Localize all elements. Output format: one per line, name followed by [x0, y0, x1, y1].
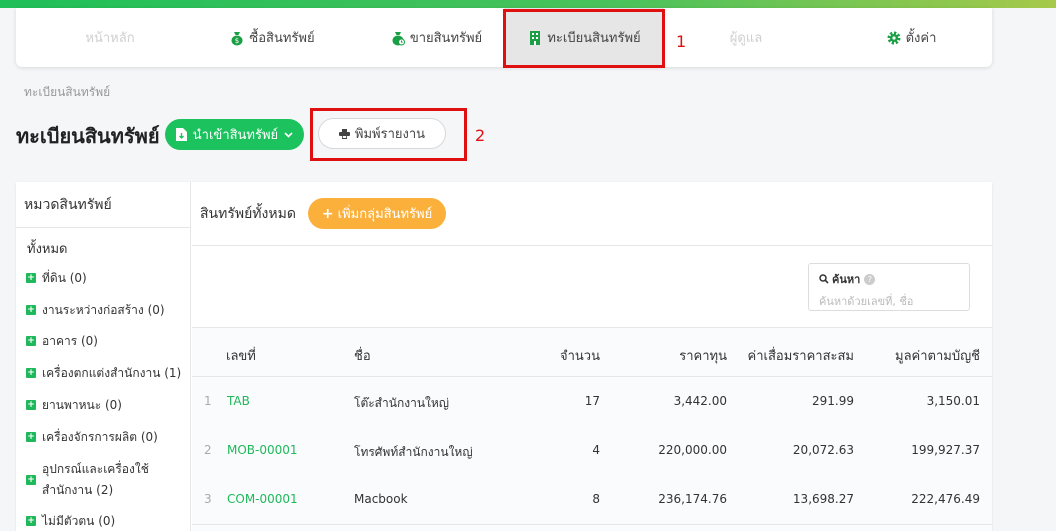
import-assets-button[interactable]: นำเข้าสินทรัพย์ — [165, 119, 304, 150]
asset-code-link[interactable]: TAB — [227, 394, 250, 408]
plus-icon[interactable]: + — [26, 475, 36, 485]
search-label-row: ค้นหา ? — [819, 270, 959, 288]
nav-buy-assets-label: ซื้อสินทรัพย์ — [249, 31, 315, 46]
category-item-label: ไม่มีตัวตน (0) — [42, 514, 116, 528]
asset-table: เลขที่ ชื่อ จำนวน ราคาทุน ค่าเสื่อมราคาส… — [192, 327, 992, 531]
print-report-button[interactable]: พิมพ์รายงาน — [318, 118, 446, 149]
plus-icon[interactable]: + — [26, 400, 36, 410]
money-bag-icon: $ — [229, 30, 245, 46]
asset-list-area: สินทรัพย์ทั้งหมด + เพิ่มกลุ่มสินทรัพย์ ค… — [192, 182, 992, 531]
annotation-label-1: 1 — [676, 32, 687, 51]
category-item[interactable]: + ยานพาหนะ (0) — [26, 395, 122, 416]
annotation-label-2: 2 — [475, 126, 486, 145]
nav-buy-assets[interactable]: $ ซื้อสินทรัพย์ — [192, 8, 352, 67]
add-asset-group-label: เพิ่มกลุ่มสินทรัพย์ — [337, 207, 433, 222]
category-item[interactable]: + งานระหว่างก่อสร้าง (0) — [26, 300, 165, 321]
gear-icon — [886, 30, 902, 46]
column-header-code[interactable]: เลขที่ — [226, 345, 256, 366]
asset-list-header: สินทรัพย์ทั้งหมด + เพิ่มกลุ่มสินทรัพย์ — [192, 182, 992, 246]
all-assets-title: สินทรัพย์ทั้งหมด — [200, 205, 296, 222]
category-all[interactable]: ทั้งหมด — [27, 238, 68, 259]
category-sidebar: หมวดสินทรัพย์ ทั้งหมด + ที่ดิน (0) + งาน… — [16, 182, 191, 531]
plus-icon[interactable]: + — [26, 305, 36, 315]
asset-name: โต๊ะสำนักงานใหญ่ — [354, 396, 450, 410]
asset-depreciation: 20,072.63 — [792, 443, 854, 457]
table-row[interactable]: 1 TAB โต๊ะสำนักงานใหญ่ 17 3,442.00 291.9… — [192, 378, 992, 427]
chevron-down-icon — [284, 131, 293, 138]
column-header-qty[interactable]: จำนวน — [532, 345, 600, 366]
help-icon[interactable]: ? — [864, 273, 876, 285]
column-header-depreciation[interactable]: ค่าเสื่อมราคาสะสม — [737, 345, 854, 366]
category-item-label: อาคาร (0) — [42, 334, 98, 348]
asset-depreciation: 13,698.27 — [792, 492, 854, 506]
asset-cost: 3,442.00 — [673, 394, 727, 408]
asset-book-value: 199,927.37 — [911, 443, 980, 457]
category-item-label: เครื่องตกแต่งสำนักงาน (1) — [42, 366, 182, 380]
nav-sell-assets[interactable]: ขายสินทรัพย์ — [356, 8, 516, 67]
asset-panel: หมวดสินทรัพย์ ทั้งหมด + ที่ดิน (0) + งาน… — [16, 182, 992, 531]
asset-cost: 220,000.00 — [658, 443, 727, 457]
nav-home-label: หน้าหลัก — [85, 31, 135, 46]
nav-home[interactable]: หน้าหลัก — [36, 8, 184, 67]
nav-sell-assets-label: ขายสินทรัพย์ — [409, 31, 483, 46]
asset-code-link[interactable]: COM-00001 — [227, 492, 298, 506]
category-item[interactable]: + เครื่องตกแต่งสำนักงาน (1) — [26, 363, 181, 384]
plus-icon[interactable]: + — [26, 516, 36, 526]
money-bag-clock-icon — [390, 30, 406, 46]
table-row[interactable]: 3 COM-00001 Macbook 8 236,174.76 13,698.… — [192, 476, 992, 525]
printer-icon — [338, 128, 350, 139]
search-input[interactable]: ค้นหาด้วยเลขที่, ชื่อ — [819, 292, 959, 310]
nav-caretaker-label: ผู้ดูแล — [729, 31, 763, 46]
asset-qty: 17 — [584, 394, 600, 408]
category-item-label: ยานพาหนะ (0) — [42, 398, 122, 412]
plus-icon[interactable]: + — [26, 368, 36, 378]
asset-cost: 236,174.76 — [658, 492, 727, 506]
breadcrumb[interactable]: ทะเบียนสินทรัพย์ — [24, 83, 110, 102]
svg-text:$: $ — [235, 37, 239, 45]
category-item-label: ที่ดิน (0) — [42, 271, 87, 285]
print-report-label: พิมพ์รายงาน — [354, 127, 426, 142]
column-header-book-value[interactable]: มูลค่าตามบัญชี — [862, 345, 980, 366]
asset-book-value: 222,476.49 — [911, 492, 980, 506]
category-item-label: เครื่องจักรการผลิต (0) — [42, 430, 158, 444]
import-file-icon — [175, 128, 187, 141]
asset-name: โทรศัพท์สำนักงานใหญ่ — [354, 445, 473, 459]
search-label: ค้นหา — [832, 273, 861, 286]
asset-code-link[interactable]: MOB-00001 — [227, 443, 298, 457]
column-header-cost[interactable]: ราคาทุน — [642, 345, 727, 366]
row-number: 1 — [204, 394, 212, 408]
page-title: ทะเบียนสินทรัพย์ — [16, 124, 160, 148]
search-icon — [819, 274, 829, 284]
row-number: 3 — [204, 492, 212, 506]
category-item-label: งานระหว่างก่อสร้าง (0) — [42, 303, 165, 317]
category-item[interactable]: + ที่ดิน (0) — [26, 268, 87, 289]
category-sidebar-title: หมวดสินทรัพย์ — [16, 182, 190, 228]
plus-icon[interactable]: + — [26, 336, 36, 346]
category-item[interactable]: + อาคาร (0) — [26, 331, 98, 352]
category-item[interactable]: + ไม่มีตัวตน (0) — [26, 511, 115, 531]
nav-settings-label: ตั้งค่า — [905, 31, 937, 46]
table-row[interactable]: 2 MOB-00001 โทรศัพท์สำนักงานใหญ่ 4 220,0… — [192, 427, 992, 476]
top-brand-bar — [0, 0, 1056, 8]
nav-caretaker[interactable]: ผู้ดูแล — [666, 8, 826, 67]
table-header: เลขที่ ชื่อ จำนวน ราคาทุน ค่าเสื่อมราคาส… — [192, 328, 992, 377]
plus-icon[interactable]: + — [26, 432, 36, 442]
search-field[interactable]: ค้นหา ? ค้นหาด้วยเลขที่, ชื่อ — [808, 263, 970, 311]
asset-depreciation: 291.99 — [812, 394, 854, 408]
plus-icon[interactable]: + — [26, 273, 36, 283]
add-asset-group-button[interactable]: + เพิ่มกลุ่มสินทรัพย์ — [307, 198, 447, 229]
row-number: 2 — [204, 443, 212, 457]
category-item-label: อุปกรณ์และเครื่องใช้สำนักงาน (2) — [42, 462, 149, 497]
import-assets-label: นำเข้าสินทรัพย์ — [192, 128, 279, 143]
category-item[interactable]: + อุปกรณ์และเครื่องใช้สำนักงาน (2) — [26, 459, 176, 501]
category-item[interactable]: + เครื่องจักรการผลิต (0) — [26, 427, 158, 448]
asset-qty: 8 — [592, 492, 600, 506]
column-header-name[interactable]: ชื่อ — [354, 345, 371, 366]
asset-qty: 4 — [592, 443, 600, 457]
annotation-box-1 — [503, 9, 665, 68]
asset-book-value: 3,150.01 — [926, 394, 980, 408]
asset-name: Macbook — [354, 492, 408, 506]
plus-icon: + — [321, 205, 334, 222]
nav-settings[interactable]: ตั้งค่า — [836, 8, 986, 67]
